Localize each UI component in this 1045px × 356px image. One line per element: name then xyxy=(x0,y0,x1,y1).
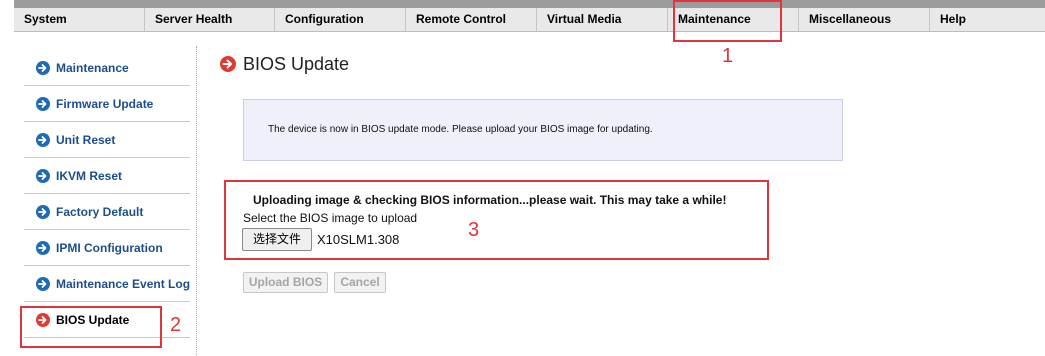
annotation-number-3: 3 xyxy=(468,219,480,241)
sidebar-item-label: Maintenance xyxy=(56,61,129,75)
sidebar-item-label: Unit Reset xyxy=(56,133,116,147)
nav-help[interactable]: Help xyxy=(929,8,1045,31)
page-title-text: BIOS Update xyxy=(243,54,350,74)
annotation-number-1: 1 xyxy=(722,45,734,67)
nav-remote-control[interactable]: Remote Control xyxy=(405,8,536,31)
nav-system[interactable]: System xyxy=(14,8,144,31)
cancel-button[interactable]: Cancel xyxy=(334,272,386,293)
sidebar-item-label: IKVM Reset xyxy=(56,169,123,183)
arrow-right-circle-icon xyxy=(36,61,50,75)
annotation-box-upload xyxy=(224,180,769,260)
sidebar-item-ipmi-configuration[interactable]: IPMI Configuration xyxy=(24,230,190,266)
annotation-box-bios-update xyxy=(20,306,162,348)
arrow-right-circle-icon xyxy=(36,277,50,291)
upload-bios-button[interactable]: Upload BIOS xyxy=(243,272,328,293)
nav-server-health[interactable]: Server Health xyxy=(144,8,274,31)
annotation-box-maintenance xyxy=(673,0,782,42)
sidebar-item-ikvm-reset[interactable]: IKVM Reset xyxy=(24,158,190,194)
nav-virtual-media[interactable]: Virtual Media xyxy=(536,8,667,31)
sidebar-item-label: IPMI Configuration xyxy=(56,241,163,255)
info-text: The device is now in BIOS update mode. P… xyxy=(268,124,653,135)
bmc-web-ui: System Server Health Configuration Remot… xyxy=(0,0,1045,356)
sidebar-item-maintenance-event-log[interactable]: Maintenance Event Log xyxy=(24,266,190,302)
bios-mode-info-box: The device is now in BIOS update mode. P… xyxy=(243,99,843,161)
annotation-number-2: 2 xyxy=(170,314,182,336)
nav-miscellaneous[interactable]: Miscellaneous xyxy=(798,8,929,31)
arrow-right-circle-icon xyxy=(36,205,50,219)
arrow-right-circle-icon xyxy=(36,133,50,147)
arrow-right-circle-icon xyxy=(220,56,236,72)
sidebar-divider xyxy=(196,46,197,356)
sidebar-item-label: Factory Default xyxy=(56,205,144,219)
nav-configuration[interactable]: Configuration xyxy=(274,8,405,31)
sidebar-item-unit-reset[interactable]: Unit Reset xyxy=(24,122,190,158)
arrow-right-circle-icon xyxy=(36,241,50,255)
arrow-right-circle-icon xyxy=(36,169,50,183)
sidebar-item-label: Firmware Update xyxy=(56,97,154,111)
sidebar-item-maintenance[interactable]: Maintenance xyxy=(24,50,190,86)
top-navigation-bar: System Server Health Configuration Remot… xyxy=(14,0,1045,32)
sidebar-item-firmware-update[interactable]: Firmware Update xyxy=(24,86,190,122)
sidebar-item-label: Maintenance Event Log xyxy=(56,277,191,291)
arrow-right-circle-icon xyxy=(36,97,50,111)
sidebar-item-factory-default[interactable]: Factory Default xyxy=(24,194,190,230)
